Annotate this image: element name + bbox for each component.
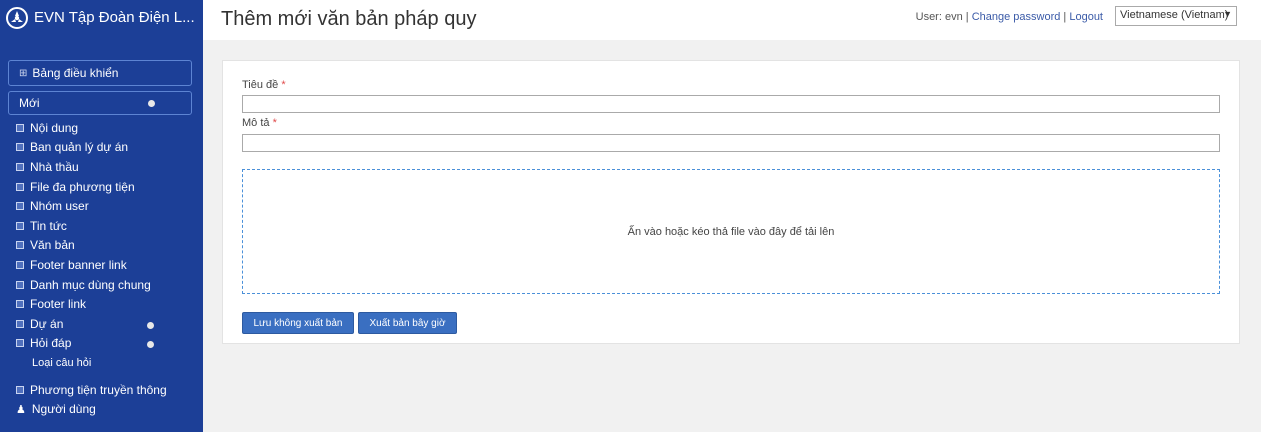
sidebar-item-label: Nhà thầu (30, 160, 79, 174)
separator: | (965, 11, 969, 23)
list-icon (16, 163, 24, 171)
sidebar-item-van-ban[interactable]: Văn bản (16, 238, 75, 252)
user-links: User: evn | Change password | Logout (916, 11, 1103, 23)
sidebar-item-label: Tin tức (30, 219, 67, 233)
sidebar-item-tin-tuc[interactable]: Tin tức (16, 219, 67, 233)
sidebar-item-label: Loại câu hỏi (32, 357, 92, 369)
file-dropzone[interactable]: Ấn vào hoặc kéo thả file vào đây để tải … (242, 169, 1220, 294)
form-card: Tiêu đề * Mô tả * Ấn vào hoặc kéo thả fi… (222, 60, 1240, 344)
sidebar-item-nha-thau[interactable]: Nhà thầu (16, 160, 79, 174)
evn-logo-icon (6, 7, 28, 29)
description-label: Mô tả * (242, 117, 277, 129)
sidebar-item-phuong-tien-truyen-thong[interactable]: Phương tiện truyền thông (16, 383, 167, 397)
top-bar: Thêm mới văn bản pháp quy User: evn | Ch… (203, 0, 1261, 40)
language-select[interactable]: Vietnamese (Vietnam) ▼ (1115, 6, 1237, 26)
sidebar-item-noi-dung[interactable]: Nội dung (16, 121, 78, 135)
brand-title: EVN Tập Đoàn Điện L... (34, 9, 195, 26)
caret-down-icon: ▼ (1223, 9, 1232, 19)
sidebar-item-label: Phương tiện truyền thông (30, 383, 167, 397)
sidebar-item-label: Ban quản lý dự án (30, 140, 129, 154)
sidebar-item-label: Footer banner link (30, 258, 127, 272)
save-draft-button[interactable]: Lưu không xuất bản (242, 312, 354, 334)
image-icon (16, 386, 24, 394)
change-password-link[interactable]: Change password (972, 11, 1061, 23)
language-value: Vietnamese (Vietnam) (1120, 9, 1229, 21)
sidebar-item-label: Dự án (30, 317, 64, 331)
publish-now-button[interactable]: Xuất bản bây giờ (358, 312, 457, 334)
sidebar-item-footer-link[interactable]: Footer link (16, 297, 86, 311)
page-title: Thêm mới văn bản pháp quy (221, 8, 477, 30)
list-icon (16, 261, 24, 269)
sidebar-item-label: Người dùng (31, 402, 96, 416)
list-icon (16, 281, 24, 289)
list-icon (16, 222, 24, 230)
chevron-right-icon[interactable] (147, 322, 154, 329)
sidebar-item-footer-banner-link[interactable]: Footer banner link (16, 258, 127, 272)
separator: | (1063, 11, 1067, 23)
sidebar-item-label: Nội dung (30, 121, 79, 135)
dropzone-text: Ấn vào hoặc kéo thả file vào đây để tải … (627, 225, 835, 238)
sidebar: EVN Tập Đoàn Điện L... ⊞ Bảng điều khiển… (0, 0, 203, 432)
description-input[interactable] (242, 134, 1220, 152)
sidebar-item-ban-quan-ly-du-an[interactable]: Ban quản lý dự án (16, 140, 128, 154)
chevron-right-icon (148, 99, 155, 107)
list-icon (16, 183, 24, 191)
sidebar-item-label: Nhóm user (30, 199, 89, 213)
title-input[interactable] (242, 95, 1220, 113)
required-mark: * (281, 79, 286, 91)
required-mark: * (272, 117, 277, 129)
sidebar-item-label: Văn bản (30, 238, 75, 252)
sidebar-item-label: File đa phương tiện (30, 180, 135, 194)
sidebar-new-button[interactable]: Mới (8, 91, 192, 115)
list-icon (16, 202, 24, 210)
sidebar-dashboard-button[interactable]: ⊞ Bảng điều khiển (8, 60, 192, 86)
sidebar-new-label: Mới (19, 96, 40, 110)
list-icon (16, 300, 24, 308)
sidebar-item-hoi-dap[interactable]: Hỏi đáp (16, 336, 71, 350)
sidebar-subitem-loai-cau-hoi[interactable]: Loại câu hỏi (32, 357, 91, 369)
sidebar-item-file-da-phuong-tien[interactable]: File đa phương tiện (16, 180, 135, 194)
sidebar-item-danh-muc-dung-chung[interactable]: Danh mục dùng chung (16, 278, 151, 292)
chevron-down-icon[interactable] (147, 341, 154, 348)
sidebar-item-label: Footer link (30, 297, 87, 311)
list-icon (16, 339, 24, 347)
list-icon (16, 143, 24, 151)
sidebar-item-label: Hỏi đáp (30, 336, 72, 350)
sidebar-item-label: Danh mục dùng chung (30, 278, 151, 292)
grid-icon: ⊞ (19, 67, 28, 79)
title-label: Tiêu đề * (242, 79, 286, 91)
user-icon: ♟ (16, 403, 26, 416)
description-label-text: Mô tả (242, 117, 270, 129)
sidebar-item-du-an[interactable]: Dự án (16, 317, 63, 331)
sidebar-dashboard-label: Bảng điều khiển (32, 66, 119, 80)
user-name: User: evn (915, 11, 963, 23)
list-icon (16, 320, 24, 328)
document-icon (16, 124, 24, 132)
main-content: Thêm mới văn bản pháp quy User: evn | Ch… (203, 0, 1261, 432)
sidebar-item-nguoi-dung[interactable]: ♟ Người dùng (16, 402, 96, 416)
list-icon (16, 241, 24, 249)
title-label-text: Tiêu đề (242, 79, 279, 91)
logout-link[interactable]: Logout (1069, 11, 1103, 23)
brand[interactable]: EVN Tập Đoàn Điện L... (0, 0, 203, 40)
sidebar-item-nhom-user[interactable]: Nhóm user (16, 199, 89, 213)
